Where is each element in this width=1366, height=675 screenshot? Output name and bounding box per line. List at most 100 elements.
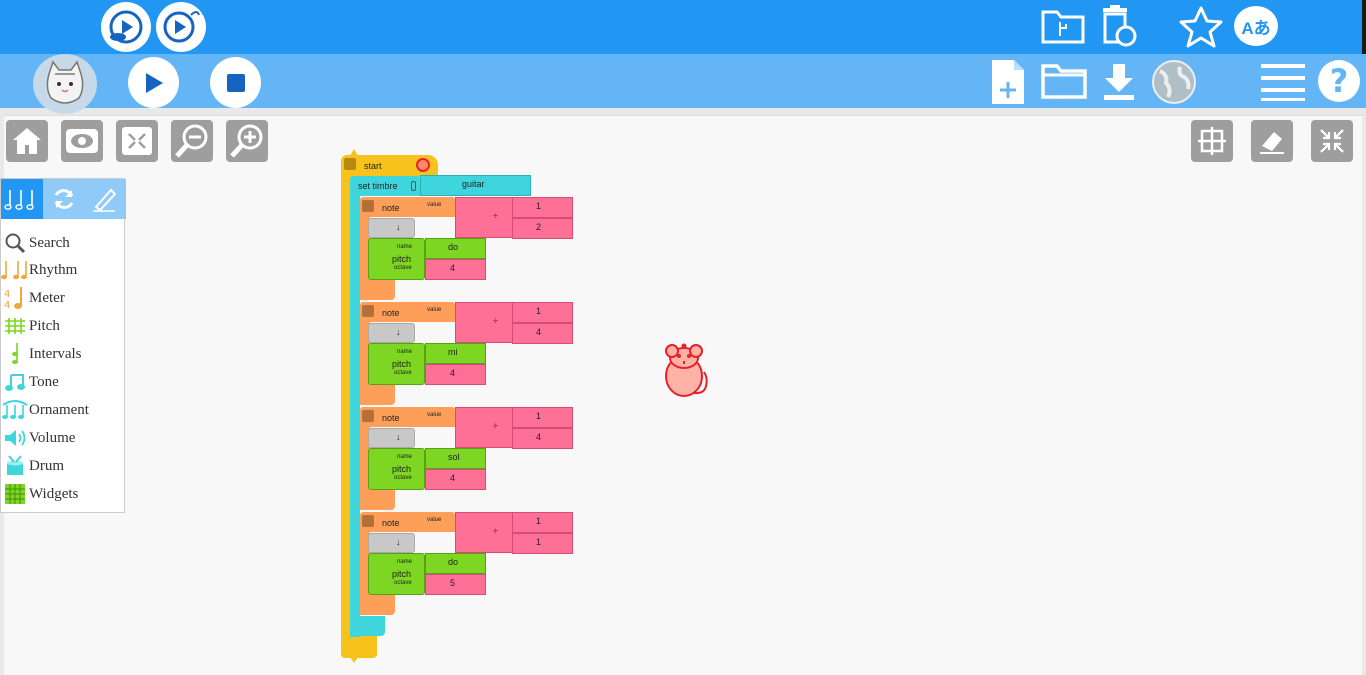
note-label: note [382, 518, 400, 528]
palette-item-label: Meter [29, 289, 65, 306]
new-file-icon[interactable] [988, 58, 1028, 106]
mouse-start-icon[interactable] [416, 158, 430, 172]
divide-block[interactable] [455, 197, 513, 238]
eraser-icon[interactable] [1251, 120, 1293, 162]
numerator-value: 1 [536, 411, 542, 421]
collapse-toggle-icon[interactable] [344, 158, 356, 170]
tab-music[interactable] [1, 179, 43, 219]
palette-item-drum[interactable]: Drum [1, 452, 126, 480]
timbre-value: guitar [462, 179, 485, 189]
palette-item-volume[interactable]: Volume [1, 424, 126, 452]
denominator-value: 4 [536, 432, 542, 442]
eye-icon[interactable] [61, 120, 103, 162]
numerator-block[interactable] [512, 512, 573, 533]
tab-graphics[interactable] [84, 179, 126, 219]
palette-item-tone[interactable]: Tone [1, 368, 126, 396]
palette-item-intervals[interactable]: Intervals [1, 340, 126, 368]
denominator-block[interactable] [512, 323, 573, 344]
timbre-footer [350, 616, 385, 636]
mouse-sprite-icon[interactable] [660, 342, 710, 400]
note-footer [360, 280, 395, 300]
palette-item-label: Volume [29, 429, 76, 446]
denominator-value: 2 [536, 222, 542, 232]
plugin-folder-icon[interactable] [1040, 6, 1086, 46]
note-footer [360, 595, 395, 615]
home-icon[interactable] [6, 120, 48, 162]
pitch-name-value: do [448, 242, 459, 252]
numerator-value: 1 [536, 306, 542, 316]
note-label: note [382, 203, 400, 213]
open-folder-icon[interactable] [1040, 62, 1088, 100]
save-download-icon[interactable] [1100, 62, 1138, 102]
note-collapse-icon[interactable] [362, 515, 374, 527]
divide-symbol: ÷ [493, 421, 498, 431]
ornament-icon [1, 399, 29, 421]
drum-icon [1, 455, 29, 477]
octave-block[interactable] [425, 364, 486, 385]
start-block-footer [341, 636, 377, 658]
palette-item-widgets[interactable]: Widgets [1, 480, 126, 508]
palette-item-pitch[interactable]: Pitch [1, 312, 126, 340]
menu-icon[interactable] [1258, 62, 1308, 102]
collapse-icon[interactable] [116, 120, 158, 162]
widgets-icon [1, 483, 29, 505]
hidden-block[interactable] [368, 428, 415, 448]
run-fast-button[interactable] [101, 2, 151, 52]
denominator-block[interactable] [512, 533, 573, 554]
hidden-arrow: ↓ [396, 222, 401, 232]
divide-block[interactable] [455, 512, 513, 553]
denominator-block[interactable] [512, 428, 573, 449]
svg-text:4: 4 [4, 289, 10, 300]
star-icon[interactable] [1178, 5, 1224, 49]
zoom-in-icon[interactable] [226, 120, 268, 162]
palette-item-rhythm[interactable]: Rhythm [1, 256, 126, 284]
help-icon[interactable]: ? [1318, 60, 1360, 102]
octave-value: 4 [450, 473, 456, 483]
value-label: value [427, 307, 442, 313]
note-collapse-icon[interactable] [362, 305, 374, 317]
sub-toolbar: ? [0, 54, 1366, 114]
divide-block[interactable] [455, 302, 513, 343]
note-collapse-icon[interactable] [362, 200, 374, 212]
meter-icon: 44 [1, 287, 29, 310]
palette-item-label: Search [29, 234, 70, 251]
numerator-block[interactable] [512, 407, 573, 428]
play-icon [145, 72, 163, 93]
palette-item-ornament[interactable]: Ornament [1, 396, 126, 424]
snail-play-icon [163, 11, 200, 43]
octave-block[interactable] [425, 574, 486, 595]
hidden-block[interactable] [368, 533, 415, 553]
delete-restore-icon[interactable] [1098, 4, 1138, 50]
shrink-icon[interactable] [1311, 120, 1353, 162]
octave-value: 4 [450, 263, 456, 273]
zoom-out-icon[interactable] [171, 120, 213, 162]
palette-item-meter[interactable]: 44 Meter [1, 284, 126, 312]
palette-item-label: Tone [29, 373, 59, 390]
turtle-play-icon [109, 10, 143, 44]
divide-block[interactable] [455, 407, 513, 448]
denominator-block[interactable] [512, 218, 573, 239]
globe-icon[interactable] [1150, 59, 1198, 105]
hidden-arrow: ↓ [396, 537, 401, 547]
language-icon[interactable]: Aあ [1234, 6, 1278, 46]
numerator-block[interactable] [512, 302, 573, 323]
hidden-block[interactable] [368, 218, 415, 238]
palette-item-search[interactable]: Search [1, 229, 126, 257]
grid-icon[interactable] [1191, 120, 1233, 162]
run-slow-button[interactable] [156, 2, 206, 52]
stop-button[interactable] [210, 57, 261, 108]
hidden-block[interactable] [368, 323, 415, 343]
note-collapse-icon[interactable] [362, 410, 374, 422]
mascot-avatar[interactable] [33, 54, 97, 114]
numerator-block[interactable] [512, 197, 573, 218]
note-footer [360, 490, 395, 510]
palette-item-label: Pitch [29, 317, 60, 334]
octave-block[interactable] [425, 469, 486, 490]
name-label: name [397, 454, 413, 460]
language-label: Aあ [1241, 18, 1271, 38]
pitch-label: pitch [392, 254, 412, 264]
tab-flow[interactable] [43, 179, 84, 219]
tone-icon [1, 371, 29, 393]
play-button[interactable] [128, 57, 179, 108]
octave-block[interactable] [425, 259, 486, 280]
